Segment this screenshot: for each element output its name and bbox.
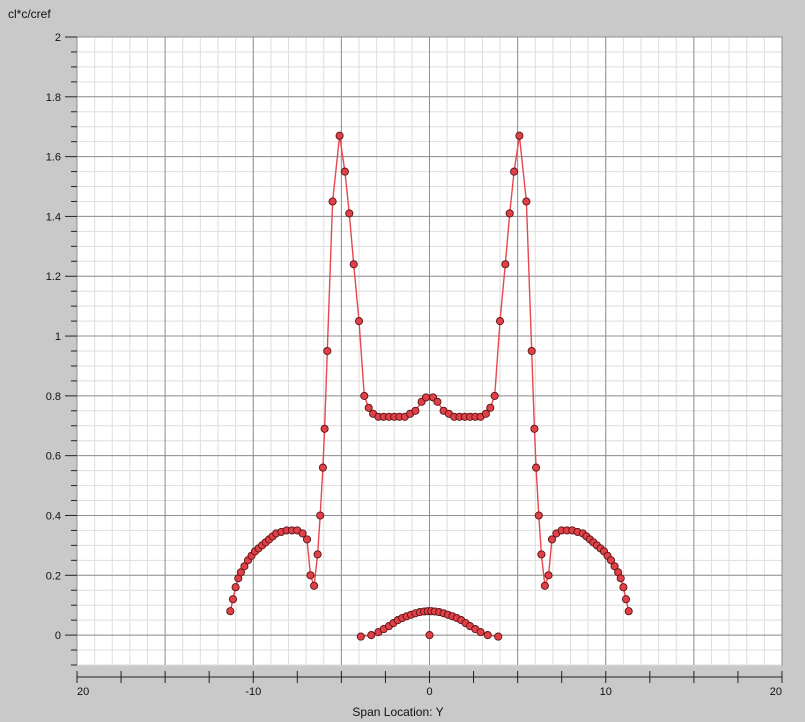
x-axis-title: Span Location: Y bbox=[352, 705, 443, 719]
data-point bbox=[228, 595, 238, 604]
data-point bbox=[505, 209, 514, 218]
y-tick-label: 1 bbox=[55, 331, 61, 343]
data-point bbox=[544, 571, 553, 580]
data-point bbox=[335, 131, 344, 140]
data-point bbox=[522, 197, 531, 206]
data-point bbox=[360, 391, 369, 400]
y-tick-label: 0.6 bbox=[46, 451, 61, 463]
data-point bbox=[318, 463, 327, 472]
data-point bbox=[421, 393, 431, 402]
data-point bbox=[534, 511, 543, 520]
data-point bbox=[540, 581, 549, 590]
data-point bbox=[510, 167, 519, 176]
x-tick-label: -10 bbox=[245, 686, 261, 698]
data-point bbox=[226, 607, 235, 616]
data-point bbox=[490, 391, 499, 400]
y-tick-label: 1.6 bbox=[46, 152, 61, 164]
data-point bbox=[532, 463, 541, 472]
data-point bbox=[425, 631, 434, 640]
data-point bbox=[616, 574, 625, 583]
data-point bbox=[494, 632, 503, 641]
y-tick-label: 1.4 bbox=[46, 211, 61, 223]
data-point bbox=[530, 424, 539, 433]
x-tick-label: 10 bbox=[600, 686, 612, 698]
data-point bbox=[323, 346, 332, 356]
x-tick-label: 20 bbox=[770, 686, 782, 698]
data-point bbox=[433, 397, 442, 406]
x-tick-label: 20 bbox=[77, 686, 89, 698]
data-point bbox=[302, 535, 312, 544]
data-point bbox=[367, 631, 376, 640]
data-point bbox=[495, 317, 505, 326]
data-point bbox=[619, 583, 628, 592]
data-point bbox=[476, 628, 485, 637]
data-point bbox=[486, 403, 495, 412]
y-axis-title: cl*c/cref bbox=[8, 7, 51, 21]
data-point bbox=[231, 583, 240, 592]
data-point bbox=[354, 317, 364, 326]
data-point bbox=[537, 550, 546, 559]
data-point bbox=[320, 424, 329, 433]
data-point bbox=[411, 406, 420, 415]
data-point bbox=[349, 260, 358, 269]
data-point bbox=[345, 209, 354, 218]
y-tick-label: 1.8 bbox=[46, 92, 61, 104]
y-tick-label: 0 bbox=[55, 630, 61, 642]
spanwise-load-chart: cl*c/cref Span Location: Y 2 1.8 1.6 1.4 1.2… bbox=[0, 0, 805, 722]
data-point bbox=[316, 511, 325, 520]
data-point bbox=[328, 197, 337, 206]
data-point bbox=[313, 550, 322, 559]
data-point bbox=[356, 632, 365, 641]
data-point bbox=[515, 131, 524, 140]
y-tick-label: 2 bbox=[55, 32, 61, 44]
x-tick-label: 0 bbox=[426, 686, 432, 698]
y-tick-label: 0.8 bbox=[46, 391, 61, 403]
y-tick-label: 1.2 bbox=[46, 271, 61, 283]
chart-window: cl*c/cref Span Location: Y 2 1.8 1.6 1.4 1.2… bbox=[0, 0, 805, 722]
y-tick-label: 0.2 bbox=[46, 570, 61, 582]
y-tick-label: 0.4 bbox=[46, 510, 61, 522]
data-point bbox=[306, 571, 315, 580]
data-point bbox=[310, 581, 319, 590]
data-point bbox=[624, 607, 633, 616]
data-point bbox=[340, 167, 349, 176]
data-point bbox=[501, 260, 510, 269]
data-point bbox=[621, 595, 631, 604]
data-point bbox=[483, 631, 492, 640]
data-point bbox=[527, 346, 536, 356]
